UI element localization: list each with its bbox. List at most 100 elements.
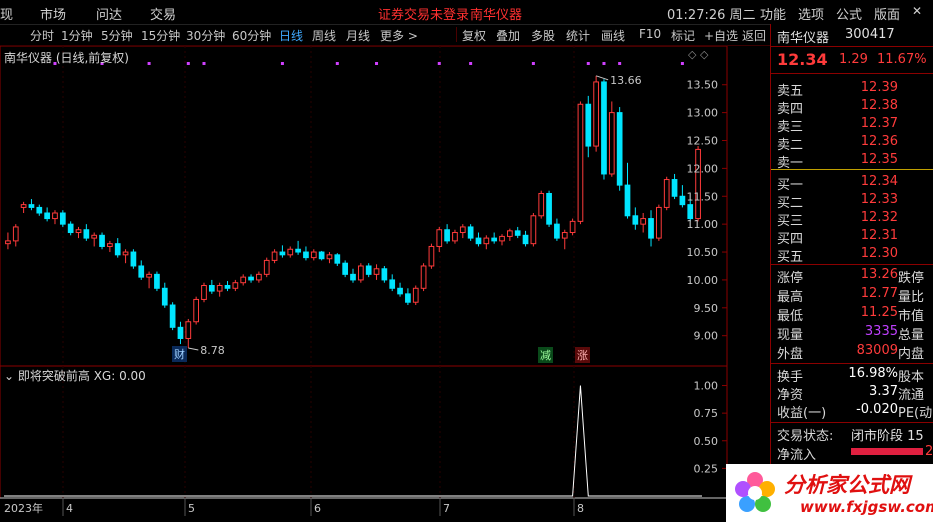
stat-row[interactable]: 涨停 13.26 跌停 [775, 267, 933, 286]
candle-body[interactable] [146, 273, 152, 278]
candle-body[interactable] [279, 251, 286, 256]
period-monthly[interactable]: 月线 [346, 27, 370, 44]
candle-body[interactable] [663, 179, 670, 208]
indicator-collapse-icon[interactable]: ⌄ [4, 369, 14, 383]
period-60min[interactable]: 60分钟 [232, 27, 271, 44]
stat-row[interactable]: 净资 3.37 流通 [775, 384, 933, 403]
candle-body[interactable] [577, 103, 584, 222]
candle-body[interactable] [436, 229, 443, 247]
candle-body[interactable] [585, 103, 592, 147]
candle-body[interactable] [405, 293, 411, 303]
candle-body[interactable] [122, 251, 129, 256]
candle-body[interactable] [554, 223, 560, 239]
candle-body[interactable] [459, 226, 466, 234]
candle-body[interactable] [640, 218, 647, 225]
candle-body[interactable] [397, 287, 403, 295]
candle-body[interactable] [107, 243, 113, 247]
candle-body[interactable] [420, 265, 427, 289]
period-more[interactable]: 更多 > [380, 27, 418, 44]
candle-body[interactable] [295, 248, 301, 253]
tool-duogu[interactable]: 多股 [531, 27, 555, 44]
tool-add-favorite[interactable]: +自选 [704, 27, 738, 44]
candle-body[interactable] [44, 212, 50, 220]
candle-body[interactable] [656, 206, 662, 239]
candle-body[interactable] [161, 287, 168, 306]
kline-chart-svg[interactable]: 9.00 9.50 10.00 10.50 11.00 11.50 12.00 12.50 13… [0, 46, 728, 516]
stat-row[interactable]: 现量 3335 总量 [775, 324, 933, 343]
candle-body[interactable] [452, 232, 458, 242]
candle-body[interactable] [507, 230, 513, 237]
orderbook-row[interactable]: 卖一 12.35 [775, 152, 933, 171]
candle-body[interactable] [248, 276, 254, 281]
candle-body[interactable] [36, 206, 43, 214]
period-15min[interactable]: 15分钟 [141, 27, 180, 44]
candle-body[interactable] [185, 321, 192, 339]
menu-item-layout[interactable]: 版面 [874, 4, 900, 23]
candle-body[interactable] [271, 251, 278, 261]
candle-body[interactable] [538, 192, 545, 217]
candle-body[interactable] [679, 195, 686, 206]
tool-biaoji[interactable]: 标记 [671, 27, 695, 44]
candle-body[interactable] [522, 234, 529, 245]
candle-body[interactable] [334, 254, 341, 264]
stat-row[interactable]: 换手 16.98% 股本 [775, 366, 933, 385]
period-daily[interactable]: 日线 [279, 27, 303, 44]
candle-body[interactable] [303, 251, 309, 259]
tool-tongji[interactable]: 统计 [566, 27, 590, 44]
orderbook-row[interactable]: 卖四 12.38 [775, 98, 933, 117]
candle-body[interactable] [59, 212, 66, 225]
kline-chart-area[interactable]: 9.00 9.50 10.00 10.50 11.00 11.50 12.00 12.50 13… [0, 46, 728, 516]
tool-diejia[interactable]: 叠加 [496, 27, 520, 44]
candle-body[interactable] [342, 262, 349, 275]
candle-body[interactable] [5, 240, 11, 245]
period-weekly[interactable]: 周线 [312, 27, 336, 44]
orderbook-row[interactable]: 买二 12.33 [775, 192, 933, 211]
candle-body[interactable] [373, 268, 380, 275]
badge-reduce[interactable]: 减 [538, 347, 553, 363]
menu-item-trade[interactable]: 交易 [150, 4, 176, 23]
candle-body[interactable] [444, 229, 450, 242]
orderbook-row[interactable]: 卖五 12.39 [775, 80, 933, 99]
candle-body[interactable] [389, 279, 396, 289]
candle-body[interactable] [263, 259, 270, 275]
candle-body[interactable] [224, 285, 231, 289]
candle-body[interactable] [20, 204, 27, 208]
candle-body[interactable] [350, 273, 356, 281]
candle-body[interactable] [138, 265, 145, 278]
tool-fuquan[interactable]: 复权 [462, 27, 486, 44]
period-30min[interactable]: 30分钟 [186, 27, 225, 44]
stat-row[interactable]: 最低 11.25 市值 [775, 305, 933, 324]
candle-body[interactable] [310, 251, 317, 259]
tool-f10[interactable]: F10 [639, 27, 661, 41]
candle-body[interactable] [483, 237, 490, 245]
stat-row[interactable]: 最高 12.77 量比 [775, 286, 933, 305]
candle-body[interactable] [75, 229, 82, 234]
candle-body[interactable] [475, 237, 482, 245]
stat-row[interactable]: 外盘 83009 内盘 [775, 343, 933, 362]
tool-back[interactable]: 返回 [742, 27, 766, 44]
candle-body[interactable] [608, 112, 615, 175]
candle-body[interactable] [12, 226, 19, 242]
close-icon[interactable]: ✕ [912, 4, 922, 18]
candle-body[interactable] [467, 226, 474, 239]
candle-body[interactable] [561, 232, 568, 239]
candle-body[interactable] [193, 298, 199, 323]
candle-body[interactable] [695, 148, 701, 220]
candle-body[interactable] [601, 81, 607, 175]
candle-body[interactable] [357, 265, 364, 281]
candle-body[interactable] [216, 285, 223, 292]
stat-row[interactable]: 收益(一) -0.020 PE(动 [775, 402, 933, 421]
candle-body[interactable] [208, 285, 215, 292]
candle-body[interactable] [201, 285, 207, 300]
orderbook-row[interactable]: 卖二 12.36 [775, 134, 933, 153]
candle-body[interactable] [514, 230, 521, 236]
candle-body[interactable] [381, 268, 388, 281]
candle-body[interactable] [530, 215, 537, 245]
candle-body[interactable] [114, 243, 121, 256]
menu-item-wenda[interactable]: 问达 [96, 4, 122, 23]
period-5min[interactable]: 5分钟 [101, 27, 133, 44]
candle-body[interactable] [365, 265, 372, 275]
candle-body[interactable] [569, 220, 576, 234]
menu-item-options[interactable]: 选项 [798, 4, 824, 23]
badge-finance[interactable]: 财 [172, 346, 187, 362]
